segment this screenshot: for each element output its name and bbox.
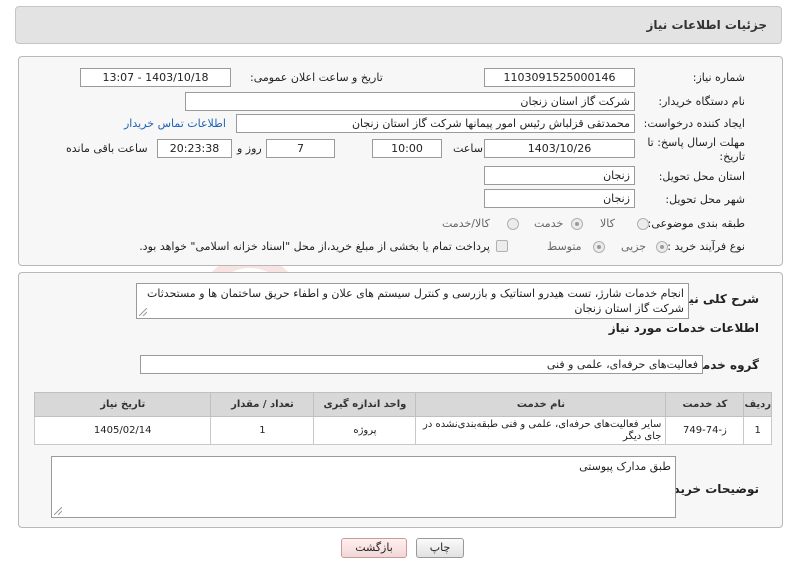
- summary-textarea[interactable]: انجام خدمات شارژ، تست هیدرو استاتیک و با…: [136, 283, 689, 319]
- col-service-name: نام خدمت: [415, 392, 667, 417]
- page-title: جزئیات اطلاعات نیاز: [646, 18, 767, 32]
- buyer-org-label: نام دستگاه خریدار:: [658, 95, 745, 108]
- category-radio-goods[interactable]: [637, 218, 649, 230]
- quantity: 1: [210, 416, 315, 445]
- service-name: سایر فعالیت‌های حرفه‌ای، علمی و فنی طبقه…: [415, 416, 667, 445]
- resize-grip-icon[interactable]: [54, 507, 62, 515]
- col-row-number: ردیف: [743, 392, 772, 417]
- services-section-title: اطلاعات خدمات مورد نیاز: [608, 321, 759, 335]
- treasury-payment-note: پرداخت تمام یا بخشی از مبلغ خرید،از محل …: [139, 240, 490, 253]
- services-table-header: ردیف کد خدمت نام خدمت واحد اندازه گیری ت…: [33, 392, 772, 417]
- buyer-notes-textarea[interactable]: طبق مدارک پیوستی: [51, 456, 676, 518]
- col-quantity: تعداد / مقدار: [210, 392, 315, 417]
- services-table: ردیف کد خدمت نام خدمت واحد اندازه گیری ت…: [33, 392, 772, 445]
- col-need-date: تاریخ نیاز: [33, 392, 212, 417]
- process-option-medium: متوسط: [547, 240, 582, 253]
- category-label: طبقه بندی موضوعی:: [647, 217, 745, 230]
- treasury-payment-checkbox[interactable]: [496, 240, 508, 252]
- summary-text: انجام خدمات شارژ، تست هیدرو استاتیک و با…: [147, 287, 684, 315]
- process-option-minor: جزیی: [621, 240, 647, 253]
- row-number: 1: [743, 416, 772, 445]
- buyer-contact-link[interactable]: اطلاعات تماس خریدار: [124, 117, 226, 130]
- days-remaining-field[interactable]: 7: [266, 139, 335, 158]
- service-group-field[interactable]: فعالیت‌های حرفه‌ای، علمی و فنی: [140, 355, 703, 374]
- category-radio-goods-service[interactable]: [507, 218, 519, 230]
- need-info-panel: [18, 56, 783, 266]
- announce-datetime-field[interactable]: 1403/10/18 - 13:07: [80, 68, 231, 87]
- deadline-label: مهلت ارسال پاسخ: تا: [647, 136, 745, 149]
- col-unit: واحد اندازه گیری: [313, 392, 417, 417]
- category-option-goods: کالا: [600, 217, 615, 230]
- days-label: روز و: [237, 142, 262, 155]
- category-option-goods-service: کالا/خدمت: [442, 217, 490, 230]
- time-remaining-label: ساعت باقی مانده: [66, 142, 148, 155]
- province-label: استان محل تحویل:: [658, 170, 745, 183]
- service-code: ز-74-749: [665, 416, 745, 445]
- province-field[interactable]: زنجان: [484, 166, 635, 185]
- announce-datetime-label: تاریخ و ساعت اعلان عمومی:: [250, 71, 383, 84]
- city-label: شهر محل تحویل:: [665, 193, 745, 206]
- buyer-org-field[interactable]: شرکت گاز استان زنجان: [185, 92, 635, 111]
- need-number-label: شماره نیاز:: [692, 71, 745, 84]
- deadline-time-label: ساعت: [453, 142, 483, 155]
- process-radio-medium[interactable]: [593, 241, 605, 253]
- deadline-time-field[interactable]: 10:00: [372, 139, 442, 158]
- unit-of-measure: پروژه: [313, 416, 417, 445]
- city-field[interactable]: زنجان: [484, 189, 635, 208]
- process-radio-minor[interactable]: [656, 241, 668, 253]
- creator-field[interactable]: محمدتقی قزلباش رئیس امور پیمانها شرکت گا…: [236, 114, 635, 133]
- table-row: 1 ز-74-749 سایر فعالیت‌های حرفه‌ای، علمی…: [33, 416, 772, 445]
- resize-grip-icon[interactable]: [139, 308, 147, 316]
- process-type-label: نوع فرآیند خرید :: [667, 240, 745, 253]
- need-date: 1405/02/14: [33, 416, 212, 445]
- deadline-label-date: تاریخ:: [719, 150, 745, 163]
- page-header: جزئیات اطلاعات نیاز: [15, 6, 782, 44]
- buyer-notes-text: طبق مدارک پیوستی: [579, 460, 671, 473]
- category-option-service: خدمت: [534, 217, 564, 230]
- time-remaining-field[interactable]: 20:23:38: [157, 139, 232, 158]
- deadline-date-field[interactable]: 1403/10/26: [484, 139, 635, 158]
- creator-label: ایجاد کننده درخواست:: [643, 117, 745, 130]
- category-radio-service[interactable]: [571, 218, 583, 230]
- back-button[interactable]: بازگشت: [341, 538, 407, 558]
- col-service-code: کد خدمت: [665, 392, 745, 417]
- need-number-field[interactable]: 1103091525000146: [484, 68, 635, 87]
- print-button[interactable]: چاپ: [416, 538, 464, 558]
